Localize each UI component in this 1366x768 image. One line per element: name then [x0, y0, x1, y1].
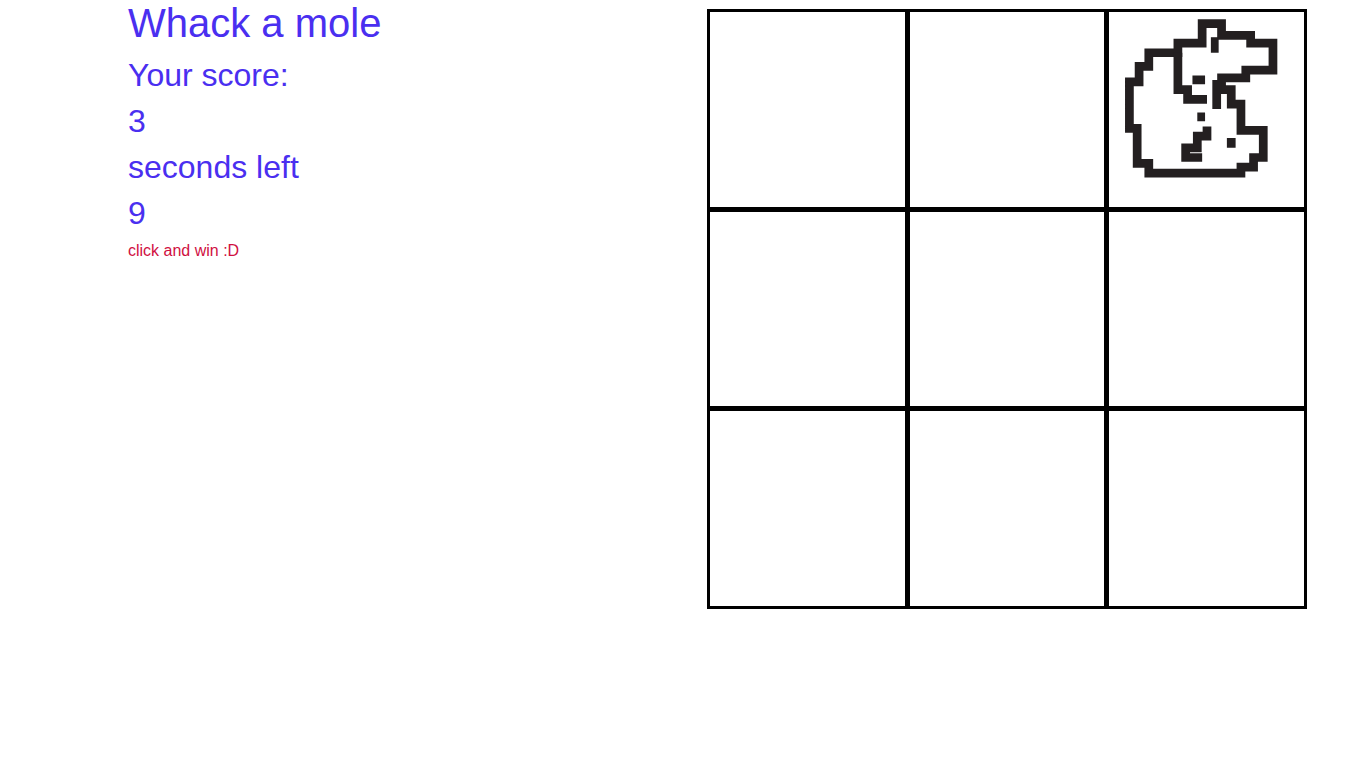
info-panel: Whack a mole Your score:3seconds left9cli…	[0, 0, 707, 266]
game-page: Whack a mole Your score:3seconds left9cli…	[0, 0, 1366, 768]
hole-cell[interactable]	[910, 12, 1105, 207]
hole-cell[interactable]	[710, 411, 905, 606]
hole-cell[interactable]	[710, 212, 905, 407]
hole-cell[interactable]	[1109, 411, 1304, 606]
timer-label: seconds left	[128, 144, 707, 190]
tagline: click and win :D	[128, 236, 707, 266]
game-title: Whack a mole	[128, 0, 707, 46]
score-value: 3	[128, 98, 707, 144]
mole-icon[interactable]	[1110, 12, 1304, 206]
hole-cell[interactable]	[710, 12, 905, 207]
score-label: Your score:	[128, 52, 707, 98]
mole-board	[707, 9, 1307, 609]
hole-cell[interactable]	[910, 411, 1105, 606]
hole-cell[interactable]	[1109, 212, 1304, 407]
hole-cell[interactable]	[1109, 12, 1304, 207]
timer-value: 9	[128, 190, 707, 236]
hole-cell[interactable]	[910, 212, 1105, 407]
